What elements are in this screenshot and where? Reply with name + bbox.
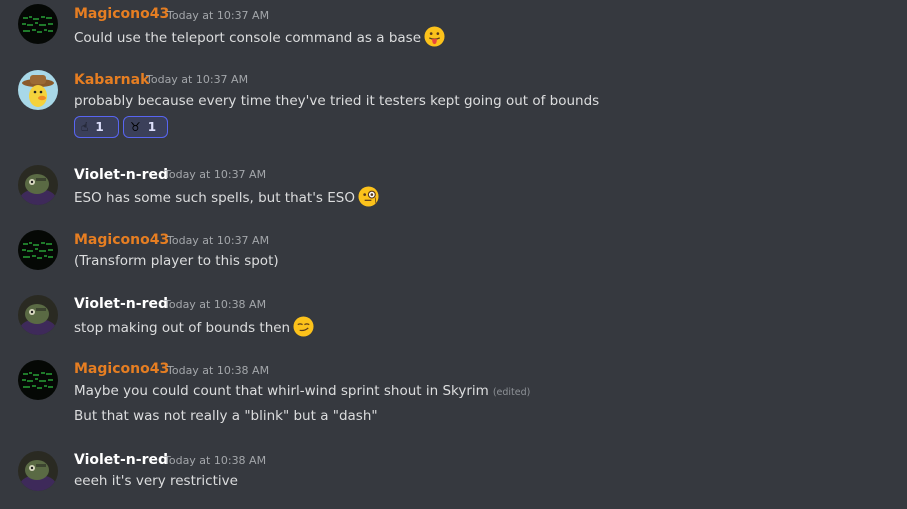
avatar-violet-n-red[interactable] <box>18 295 58 335</box>
timestamp: Today at 10:38 AM <box>167 364 270 377</box>
avatar-kabarnak[interactable] <box>18 70 58 110</box>
timestamp: Today at 10:37 AM <box>164 168 267 181</box>
message-line: stop making out of bounds then <box>74 320 291 336</box>
message-line: Maybe you could count that whirl-wind sp… <box>74 383 489 399</box>
message-text: Could use the teleport console command a… <box>74 26 445 48</box>
reaction-count: 1 <box>95 120 104 134</box>
reaction-bar: ☝ 1 ♉ 1 <box>74 116 274 138</box>
smirk-emoji-icon <box>293 316 314 337</box>
reaction-pointing-up[interactable]: ☝ 1 <box>74 116 119 138</box>
chat-message: Magicono43 Today at 10:38 AM Maybe you c… <box>0 356 907 436</box>
timestamp: Today at 10:37 AM <box>146 73 249 86</box>
username[interactable]: Magicono43 <box>74 231 169 249</box>
username[interactable]: Magicono43 <box>74 360 169 378</box>
avatar-magicono43[interactable] <box>18 360 58 400</box>
chat-message: Magicono43 Today at 10:37 AM Could use t… <box>0 0 907 60</box>
chat-message: Kabarnak Today at 10:37 AM probably beca… <box>0 66 907 146</box>
avatar-magicono43[interactable] <box>18 230 58 270</box>
username[interactable]: Violet-n-red <box>74 451 168 469</box>
chat-message: Magicono43 Today at 10:37 AM (Transform … <box>0 226 907 286</box>
timestamp: Today at 10:38 AM <box>164 298 267 311</box>
message-line: But that was not really a "blink" but a … <box>74 408 378 424</box>
reaction-ram[interactable]: ♉ 1 <box>123 116 168 138</box>
timestamp: Today at 10:37 AM <box>167 9 270 22</box>
chat-message-list: Magicono43 Today at 10:37 AM Could use t… <box>0 0 907 509</box>
tongue-out-emoji-icon <box>424 26 445 47</box>
timestamp: Today at 10:37 AM <box>167 234 270 247</box>
username[interactable]: Violet-n-red <box>74 166 168 184</box>
message-line: ESO has some such spells, but that's ESO <box>74 190 355 206</box>
chat-message: Violet-n-red Today at 10:37 AM ESO has s… <box>0 161 907 221</box>
avatar-violet-n-red[interactable] <box>18 165 58 205</box>
message-line: eeeh it's very restrictive <box>74 473 238 489</box>
message-line: (Transform player to this spot) <box>74 253 279 269</box>
edited-label: (edited) <box>492 387 531 398</box>
avatar-magicono43[interactable] <box>18 4 58 44</box>
chat-message: Violet-n-red Today at 10:38 AM eeeh it's… <box>0 447 907 507</box>
username[interactable]: Violet-n-red <box>74 295 168 313</box>
avatar-violet-n-red[interactable] <box>18 451 58 491</box>
message-text: ESO has some such spells, but that's ESO <box>74 186 379 208</box>
ram-emoji-icon: ♉ <box>130 120 141 134</box>
monocle-emoji-icon <box>358 186 379 207</box>
message-line: probably because every time they've trie… <box>74 93 600 109</box>
chat-message: Violet-n-red Today at 10:38 AM stop maki… <box>0 291 907 351</box>
username[interactable]: Kabarnak <box>74 71 149 89</box>
pointing-up-emoji-icon: ☝ <box>81 120 89 134</box>
message-text: Maybe you could count that whirl-wind sp… <box>74 381 530 403</box>
reaction-count: 1 <box>147 120 157 134</box>
timestamp: Today at 10:38 AM <box>164 454 267 467</box>
message-text: stop making out of bounds then <box>74 316 314 338</box>
message-line: Could use the teleport console command a… <box>74 30 421 46</box>
username[interactable]: Magicono43 <box>74 5 169 23</box>
